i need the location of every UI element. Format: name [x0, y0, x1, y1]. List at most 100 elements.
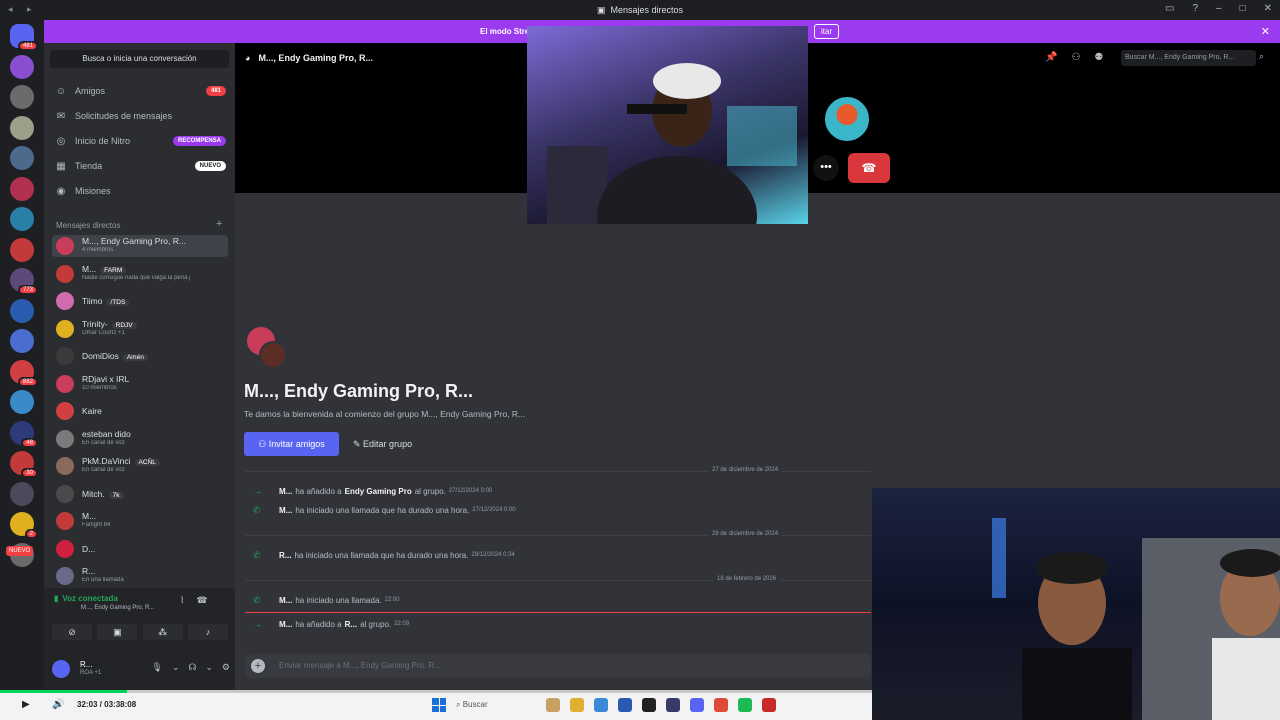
more-options-button[interactable]: •••	[813, 155, 839, 181]
dm-item[interactable]: Trinity- RDJV Omar Courtz +1	[52, 318, 228, 340]
create-dm-plus-icon[interactable]: +	[216, 218, 222, 230]
server-icon[interactable]	[10, 85, 34, 109]
server-icon[interactable]	[10, 298, 34, 323]
inbox-icon[interactable]: ▭	[1165, 3, 1174, 14]
back-forward-arrows-icon[interactable]: ◂ ▸	[8, 4, 38, 15]
message-author[interactable]: M...	[279, 596, 292, 605]
close-window-icon[interactable]: ✕	[1264, 3, 1272, 14]
terminal-icon[interactable]	[642, 698, 656, 712]
camera-off-icon[interactable]: ⊘	[52, 624, 92, 640]
server-icon[interactable]	[10, 176, 34, 201]
dm-item[interactable]: Tiimo/TDS	[52, 290, 228, 312]
server-icon[interactable]: 2	[10, 512, 38, 539]
pin-icon[interactable]: 📌	[1045, 52, 1057, 63]
window-titlebar: ◂ ▸ ▣ Mensajes directos ▭ ? – □ ✕	[0, 0, 1280, 20]
message-mention[interactable]: R...	[345, 620, 357, 629]
message-author[interactable]: M...	[279, 506, 292, 515]
server-icon[interactable]	[10, 329, 34, 353]
maximize-icon[interactable]: □	[1240, 3, 1246, 14]
dm-item[interactable]: RDjavi x IRL 10 miembros	[52, 373, 228, 395]
add-member-icon[interactable]: ⚇	[1071, 52, 1080, 63]
dm-item[interactable]: D...	[52, 538, 228, 560]
dm-item[interactable]: Kaire	[52, 400, 228, 422]
window-controls: ▭ ? – □ ✕	[1165, 3, 1272, 14]
server-icon[interactable]	[10, 54, 34, 79]
dm-subtitle: 4 miembros	[82, 247, 114, 253]
nav-message-requests[interactable]: ✉ Solicitudes de mensajes	[54, 106, 226, 126]
file-explorer-icon[interactable]	[570, 698, 584, 712]
invite-friends-button[interactable]: ⚇ Invitar amigos	[244, 432, 339, 456]
nav-friends[interactable]: ☺ Amigos 481	[54, 81, 226, 101]
dm-item[interactable]: M..., Endy Gaming Pro, R... 4 miembros	[52, 235, 228, 257]
nav-nitro[interactable]: ◎ Inicio de Nitro RECOMPENSA	[54, 131, 226, 151]
server-icon[interactable]	[10, 115, 34, 140]
dm-subtitle: En canal de voz	[82, 467, 125, 473]
server-icon[interactable]: 30	[10, 451, 38, 478]
dm-item[interactable]: DomiDios Amén	[52, 345, 228, 367]
server-icon[interactable]: 773	[10, 268, 38, 295]
soundboard-icon[interactable]: ♪	[187, 624, 228, 640]
search-input[interactable]: Buscar M..., Endy Gaming Pro, R...	[1121, 50, 1256, 66]
hangup-button[interactable]: ☎	[848, 153, 890, 183]
activities-icon[interactable]: ⁂	[142, 624, 183, 640]
dm-item[interactable]: M... FARM Nadie consigue nada que valga la…	[52, 263, 228, 285]
gear-icon[interactable]: ⚙	[222, 662, 230, 673]
message-composer[interactable]: + Enviar mensaje a M..., Endy Gaming Pro…	[245, 654, 871, 678]
member-list-icon[interactable]: ⚉	[1094, 52, 1103, 63]
edge-browser-icon[interactable]	[594, 698, 608, 712]
nav-quests-label: Misiones	[75, 186, 111, 196]
screen-share-icon[interactable]: ▣	[97, 624, 138, 640]
nav-shop[interactable]: ▦ Tienda NUEVO	[54, 156, 226, 176]
dm-item[interactable]: M... Farlight 84	[52, 510, 228, 532]
server-icon[interactable]	[10, 481, 34, 506]
attach-plus-icon[interactable]: +	[251, 659, 265, 673]
edit-group-button[interactable]: ✎ Editar grupo	[353, 432, 412, 456]
progress-bar[interactable]	[0, 690, 872, 693]
minimize-icon[interactable]: –	[1216, 3, 1222, 14]
help-icon[interactable]: ?	[1192, 3, 1198, 14]
discord-taskbar-icon[interactable]	[690, 698, 704, 712]
app-icon[interactable]	[762, 698, 776, 712]
chevron-down-icon[interactable]: ⌄	[172, 662, 180, 673]
dm-item[interactable]: Mitch. 7k	[52, 483, 228, 505]
microphone-icon[interactable]: 🎙	[151, 662, 162, 673]
nav-quests[interactable]: ◉ Misiones	[54, 181, 226, 201]
dm-name-text: M...	[82, 263, 97, 274]
windows-start-icon[interactable]	[432, 698, 446, 712]
composer-placeholder: Enviar mensaje a M..., Endy Gaming Pro, …	[279, 661, 441, 670]
user-panel[interactable]: R... ROA +1 🎙 ⌄ ☊ ⌄ ⚙	[52, 658, 230, 682]
server-icon[interactable]	[10, 390, 34, 414]
message-author[interactable]: M...	[279, 620, 292, 629]
app-icon[interactable]	[618, 698, 632, 712]
dm-item[interactable]: R... En una llamada	[52, 565, 228, 587]
volume-icon[interactable]: 🔊	[52, 699, 64, 710]
call-participant-avatar[interactable]	[823, 95, 871, 143]
server-icon[interactable]	[10, 237, 34, 262]
message-author[interactable]: R...	[279, 551, 291, 560]
app-icon[interactable]	[546, 698, 560, 712]
server-icon[interactable]: 48	[10, 420, 38, 448]
play-icon[interactable]: ▶	[22, 699, 30, 710]
dm-name: DomiDios Amén	[82, 351, 148, 361]
message-author[interactable]: M...	[279, 487, 292, 496]
taskbar-search[interactable]: ⌕ Buscar	[456, 700, 536, 710]
dm-item[interactable]: esteban dido En canal de voz	[52, 428, 228, 450]
close-icon[interactable]: ✕	[1261, 25, 1270, 38]
noise-suppression-icon[interactable]: ⌇	[180, 595, 184, 606]
app-icon[interactable]	[666, 698, 680, 712]
server-icon[interactable]: 882	[10, 359, 38, 387]
server-icon[interactable]: 481	[10, 24, 38, 51]
dm-item[interactable]: PkM.DaVinci ACÑL En canal de voz	[52, 455, 228, 477]
headphones-icon[interactable]: ☊	[188, 662, 196, 673]
chevron-down-icon[interactable]: ⌄	[205, 662, 213, 673]
server-icon[interactable]	[10, 207, 34, 231]
server-icon[interactable]	[10, 146, 34, 170]
webcam-overlay-bottom	[872, 488, 1280, 720]
message-mention[interactable]: Endy Gaming Pro	[345, 487, 412, 496]
mail-icon: ✉	[56, 110, 66, 122]
disconnect-icon[interactable]: ☎	[196, 595, 207, 606]
spotify-icon[interactable]	[738, 698, 752, 712]
banner-button[interactable]: itar	[814, 24, 840, 39]
search-conversation-button[interactable]: Busca o inicia una conversación	[50, 50, 229, 68]
chrome-icon[interactable]	[714, 698, 728, 712]
